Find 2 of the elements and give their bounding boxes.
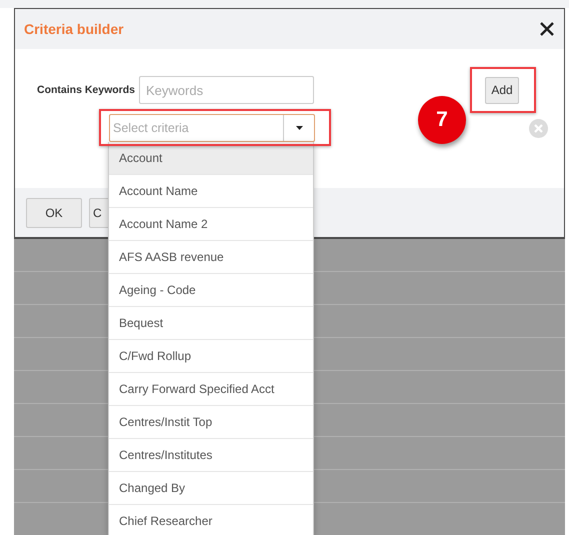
dialog-title: Criteria builder — [24, 21, 125, 37]
field-label: Contains Keywords — [37, 84, 136, 96]
